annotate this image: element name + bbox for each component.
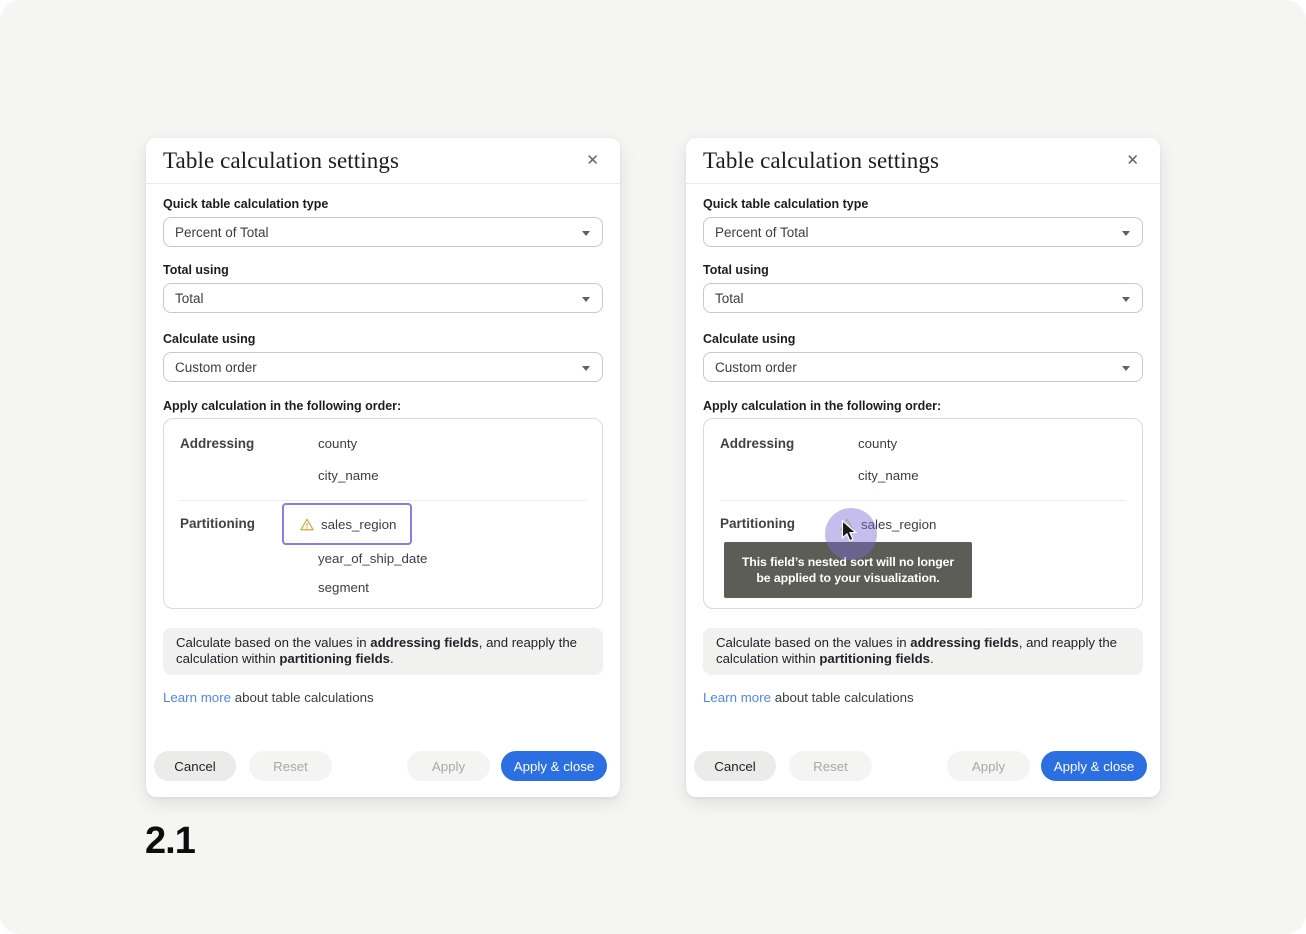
figure-canvas: Table calculation settings ✕ Quick table…: [0, 0, 1306, 934]
field-item-segment[interactable]: segment: [318, 580, 586, 596]
learn-more-link[interactable]: Learn more: [163, 690, 231, 705]
addressing-label: Addressing: [720, 436, 858, 484]
dialog-title: Table calculation settings: [163, 148, 399, 174]
chevron-down-icon: [1122, 297, 1130, 302]
calculate-using-select[interactable]: Custom order: [703, 352, 1143, 382]
addressing-row: Addressing county city_name: [720, 436, 1126, 484]
table-calculation-settings-dialog-hover-state: Table calculation settings ✕ Quick table…: [686, 138, 1160, 797]
apply-button[interactable]: Apply: [947, 751, 1030, 781]
total-using-value: Total: [175, 291, 204, 306]
dialog-body: Quick table calculation type Percent of …: [686, 197, 1160, 781]
quick-calc-type-label: Quick table calculation type: [703, 197, 1143, 212]
field-item-county[interactable]: county: [318, 436, 586, 452]
learn-more-rest: about table calculations: [231, 690, 374, 705]
cancel-button[interactable]: Cancel: [154, 751, 236, 781]
apply-button[interactable]: Apply: [407, 751, 490, 781]
calculation-info-text: Calculate based on the values in address…: [163, 628, 603, 675]
total-using-label: Total using: [703, 263, 1143, 278]
dialog-header: Table calculation settings ✕: [146, 138, 620, 184]
total-using-select[interactable]: Total: [163, 283, 603, 313]
mouse-cursor-icon: [841, 520, 857, 543]
dialog-header: Table calculation settings ✕: [686, 138, 1160, 184]
dialog-body: Quick table calculation type Percent of …: [146, 197, 620, 781]
reset-button[interactable]: Reset: [249, 751, 332, 781]
order-section-label: Apply calculation in the following order…: [703, 399, 1143, 414]
learn-more-rest: about table calculations: [771, 690, 914, 705]
field-item-city-name[interactable]: city_name: [858, 468, 1126, 484]
cancel-button[interactable]: Cancel: [694, 751, 776, 781]
close-icon[interactable]: ✕: [582, 149, 603, 172]
total-using-label: Total using: [163, 263, 603, 278]
quick-calc-type-label: Quick table calculation type: [163, 197, 603, 212]
learn-more-line: Learn more about table calculations: [163, 690, 603, 706]
apply-and-close-button[interactable]: Apply & close: [501, 751, 607, 781]
quick-calc-type-select[interactable]: Percent of Total: [703, 217, 1143, 247]
quick-calc-type-value: Percent of Total: [715, 225, 809, 240]
apply-and-close-button[interactable]: Apply & close: [1041, 751, 1147, 781]
chevron-down-icon: [582, 231, 590, 236]
calculate-using-value: Custom order: [175, 360, 257, 375]
calculation-info-text: Calculate based on the values in address…: [703, 628, 1143, 675]
table-calculation-settings-dialog: Table calculation settings ✕ Quick table…: [146, 138, 620, 797]
learn-more-line: Learn more about table calculations: [703, 690, 1143, 706]
calculate-using-label: Calculate using: [163, 332, 603, 347]
addressing-label: Addressing: [180, 436, 318, 484]
order-section-label: Apply calculation in the following order…: [163, 399, 603, 414]
dialog-footer: Cancel Reset Apply Apply & close: [154, 751, 607, 781]
chevron-down-icon: [582, 366, 590, 371]
reset-button[interactable]: Reset: [789, 751, 872, 781]
tooltip-line: be applied to your visualization.: [724, 570, 972, 586]
partitioning-row: Partitioning sales_region year_of_ship_d…: [180, 501, 586, 596]
quick-calc-type-select[interactable]: Percent of Total: [163, 217, 603, 247]
field-item-sales-region[interactable]: sales_region: [282, 503, 412, 545]
field-item-county[interactable]: county: [858, 436, 1126, 452]
quick-calc-type-value: Percent of Total: [175, 225, 269, 240]
dialog-footer: Cancel Reset Apply Apply & close: [694, 751, 1147, 781]
total-using-value: Total: [715, 291, 744, 306]
total-using-select[interactable]: Total: [703, 283, 1143, 313]
chevron-down-icon: [1122, 231, 1130, 236]
dialog-title: Table calculation settings: [703, 148, 939, 174]
close-icon[interactable]: ✕: [1122, 149, 1143, 172]
chevron-down-icon: [1122, 366, 1130, 371]
calculate-using-select[interactable]: Custom order: [163, 352, 603, 382]
field-item-label: sales_region: [321, 517, 396, 532]
field-item-year-of-ship-date[interactable]: year_of_ship_date: [318, 551, 586, 567]
field-item-city-name[interactable]: city_name: [318, 468, 586, 484]
warning-icon: [300, 518, 314, 531]
addressing-row: Addressing county city_name: [180, 436, 586, 484]
calculation-order-box: Addressing county city_name Partitioning: [163, 418, 603, 609]
figure-number-label: 2.1: [145, 820, 195, 863]
learn-more-link[interactable]: Learn more: [703, 690, 771, 705]
calculate-using-value: Custom order: [715, 360, 797, 375]
chevron-down-icon: [582, 297, 590, 302]
calculate-using-label: Calculate using: [703, 332, 1143, 347]
